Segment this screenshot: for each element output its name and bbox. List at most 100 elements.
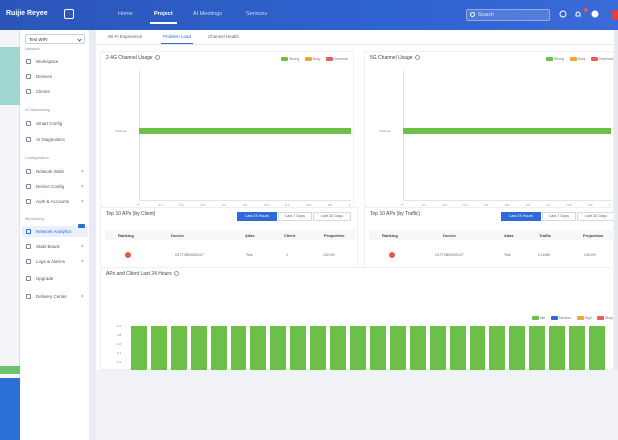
y-axis: [139, 70, 140, 200]
load-bar[interactable]: [489, 326, 506, 371]
sidebar-item-workspace[interactable]: Workspace: [22, 56, 88, 67]
load-bar[interactable]: [230, 326, 247, 371]
sidebar-item-auth-accounts[interactable]: Auth & Accounts: [22, 196, 88, 207]
sidebar-item-label: Network Wide: [36, 169, 65, 174]
brand-logo[interactable]: Ruijie Reyee: [6, 10, 48, 17]
help-icon[interactable]: [559, 10, 567, 18]
sidebar-item-ai-diagnostics[interactable]: AI Diagnostics: [22, 134, 88, 145]
sidebar-item-network-analytics[interactable]: Network Analytics: [22, 224, 88, 237]
load-bar[interactable]: [529, 326, 546, 371]
main-content: Wi-Fi Experience Problem Load Channel He…: [96, 30, 618, 378]
chevron-right-icon: [80, 244, 84, 248]
user-avatar-icon[interactable]: [591, 10, 599, 18]
device-cell[interactable]: G1TT0B00000127: [175, 253, 204, 257]
load-bar[interactable]: [150, 326, 167, 371]
channel-24g-title: 2.4G Channel Usage: [106, 55, 160, 61]
load-bar[interactable]: [589, 326, 605, 371]
tab-channel-health[interactable]: Channel Health: [208, 34, 239, 39]
device-config-icon: [26, 184, 31, 189]
table-header: Ranking Device Alias Client Proportion: [105, 230, 355, 240]
load-bar[interactable]: [409, 326, 426, 371]
load-bar[interactable]: [330, 326, 347, 371]
feedback-tab[interactable]: [612, 10, 618, 20]
sidebar-group-ai-networking: AI Networking: [25, 107, 50, 112]
nav-services[interactable]: Services: [246, 11, 267, 17]
sidebar-item-label: Upgrade: [36, 276, 54, 281]
site-selector[interactable]: Test WiFi: [25, 34, 85, 44]
device-cell[interactable]: G1TT0B00000127: [435, 253, 464, 257]
range-7d-button[interactable]: Last 7 Days: [278, 212, 312, 221]
sidebar-item-clients[interactable]: Clients: [22, 86, 88, 97]
load-bar[interactable]: [170, 326, 187, 371]
help-icon[interactable]: [414, 55, 420, 60]
help-icon[interactable]: [173, 271, 179, 276]
delivery-icon: [26, 294, 31, 299]
search-placeholder: Search: [478, 12, 494, 18]
category-label: Channel: [379, 129, 391, 133]
load-bar[interactable]: [429, 326, 446, 371]
sidebar-item-delivery-center[interactable]: Delivery Center: [22, 291, 88, 302]
sidebar-item-network-wide[interactable]: Network Wide: [22, 166, 88, 177]
sidebar-item-stats-board[interactable]: Stats Board: [22, 241, 88, 252]
sidebar-item-upgrade[interactable]: Upgrade: [22, 273, 88, 284]
sidebar-item-logs-alarms[interactable]: Logs & Alarms: [22, 256, 88, 267]
tab-problem-load[interactable]: Problem Load: [160, 34, 194, 44]
column-device: Device: [171, 233, 184, 238]
background-status-bar: [0, 366, 20, 374]
range-30d-button[interactable]: Last 30 Days: [577, 212, 615, 221]
chevron-right-icon: [80, 294, 84, 298]
sidebar-item-smart-config[interactable]: Smart Config: [22, 118, 88, 129]
sidebar-group-monitoring: Monitoring: [25, 216, 44, 221]
load-bar[interactable]: [310, 326, 327, 371]
legend-strong: Strong: [545, 57, 564, 61]
load-bar[interactable]: [509, 326, 526, 371]
tab-wifi-experience[interactable]: Wi-Fi Experience: [108, 34, 142, 39]
nav-home[interactable]: Home: [118, 11, 133, 17]
legend-medium: Medium: [550, 316, 571, 320]
load-bar[interactable]: [549, 326, 566, 371]
load-bar[interactable]: [569, 326, 586, 371]
proportion-cell: 100.0%: [323, 253, 335, 257]
channel-24g-legend: Strong Busy Overload: [277, 56, 348, 62]
traffic-cell: 0.11MB: [538, 253, 550, 257]
load-bar[interactable]: [469, 326, 486, 371]
legend-busy: Busy: [569, 57, 585, 61]
scrollbar-track[interactable]: [614, 30, 618, 370]
help-icon[interactable]: [154, 55, 160, 60]
legend-busy: Busy: [597, 316, 613, 320]
y-tick-label: 1.0: [117, 324, 122, 328]
sidebar-item-label: Smart Config: [36, 121, 63, 126]
sidebar-item-label: Workspace: [36, 59, 59, 64]
load-bar[interactable]: [190, 326, 207, 371]
load-bar[interactable]: [210, 326, 227, 371]
logs-icon: [26, 259, 31, 264]
global-search-input[interactable]: Search: [466, 9, 550, 21]
tab-bar: Wi-Fi Experience Problem Load Channel He…: [96, 30, 618, 45]
range-7d-button[interactable]: Last 7 Days: [542, 212, 576, 221]
load-bar[interactable]: [290, 326, 307, 371]
bell-icon[interactable]: [574, 10, 582, 18]
sidebar-item-label: Network Analytics: [36, 229, 72, 234]
ap-client-load-card: APs and Client Last 24 Hours Idle Medium…: [100, 267, 614, 378]
load-bar[interactable]: [270, 326, 287, 371]
load-bar[interactable]: [389, 326, 406, 371]
nav-ai-meetings[interactable]: AI Meetings: [193, 11, 222, 17]
nav-project[interactable]: Project: [150, 11, 177, 24]
smart-config-icon: [26, 121, 31, 126]
auth-icon: [26, 199, 31, 204]
range-24h-button[interactable]: Last 24 Hours: [237, 212, 277, 221]
legend-busy: Busy: [304, 57, 320, 61]
load-bar[interactable]: [350, 326, 366, 371]
sidebar-item-device-config[interactable]: Device Config: [22, 181, 88, 192]
load-bar[interactable]: [130, 326, 147, 371]
rank-medal-icon: [125, 252, 131, 258]
background-panel: [0, 30, 20, 440]
range-30d-button[interactable]: Last 30 Days: [313, 212, 351, 221]
top-traffic-title: Top 10 APs (by Traffic): [370, 211, 421, 217]
sidebar-item-devices[interactable]: Devices: [22, 71, 88, 82]
load-bar[interactable]: [449, 326, 466, 371]
collapse-menu-icon[interactable]: [64, 9, 74, 19]
range-24h-button[interactable]: Last 24 Hours: [501, 212, 541, 221]
load-bar[interactable]: [369, 326, 386, 371]
load-bar[interactable]: [250, 326, 267, 371]
